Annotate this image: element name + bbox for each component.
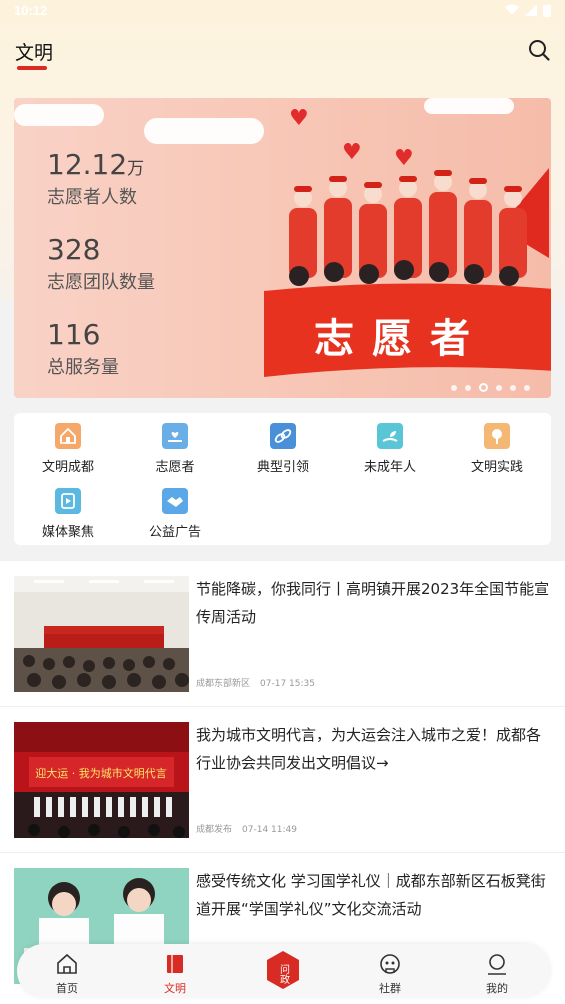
house-icon (55, 423, 81, 449)
menu-item-civilization-practice[interactable]: 文明实践 (443, 423, 551, 481)
link-icon (270, 423, 296, 449)
heart-icon: ♥ (342, 140, 362, 165)
carousel-dot[interactable] (465, 384, 471, 391)
thumb-banner-text: 迎大运 · 我为城市文明代言 (35, 766, 167, 780)
stat-label: 志愿团队数量 (47, 272, 155, 293)
menu-item-public-ads[interactable]: 公益广告 (121, 488, 229, 546)
menu-item-minors[interactable]: 未成年人 (336, 423, 444, 481)
menu-label: 志愿者 (155, 460, 195, 475)
question-badge-icon: 问政 (267, 951, 299, 989)
carousel-dot[interactable] (524, 384, 530, 391)
tab-community[interactable]: 社群 (350, 944, 430, 998)
news-title: 我为城市文明代言，为大运会注入城市之爱！成都各行业协会共同发出文明倡议→ (196, 726, 542, 772)
book-icon (167, 955, 183, 973)
carousel-dot[interactable] (496, 384, 502, 391)
tab-label: 首页 (56, 982, 78, 995)
stat-value: 116 (47, 318, 101, 351)
stat-value: 12.12 (47, 148, 128, 181)
stat-unit: 万 (127, 159, 145, 179)
menu-label: 公益广告 (148, 525, 201, 540)
stat-teams: 328 志愿团队数量 (47, 233, 155, 294)
tab-home[interactable]: 首页 (27, 944, 107, 998)
tab-label: 文明 (164, 982, 186, 995)
menu-label: 典型引领 (256, 460, 309, 475)
status-bar: 10:12 (0, 0, 565, 24)
cloud-decoration (424, 98, 514, 114)
carousel-dot[interactable] (510, 384, 516, 391)
menu-item-wenming-chengdu[interactable]: 文明成都 (14, 423, 122, 481)
sprout-hand-icon (377, 423, 403, 449)
stat-label: 总服务量 (47, 357, 119, 378)
menu-label: 文明成都 (41, 460, 94, 475)
menu-label: 文明实践 (470, 460, 523, 475)
tab-label: 社群 (379, 982, 401, 995)
cloud-decoration (144, 118, 264, 144)
carousel-dot-active[interactable] (479, 383, 488, 392)
home-icon (57, 953, 77, 974)
news-item[interactable]: 节能降碳，你我同行丨高明镇开展2023年全国节能宣传周活动 成都东部新区 07-1… (0, 561, 565, 707)
page-title: 文明 (15, 42, 54, 64)
bottom-tab-bar: 首页 文明 问政 社群 我的 (17, 944, 550, 998)
menu-label: 媒体聚焦 (41, 525, 94, 540)
menu-item-typical-lead[interactable]: 典型引领 (229, 423, 337, 481)
news-title: 感受传统文化 学习国学礼仪｜成都东部新区石板凳街道开展“学国学礼仪”文化交流活动 (196, 872, 546, 918)
news-item[interactable]: 迎大运 · 我为城市文明代言 我为城市文明代言，为大运会注入城市之爱！成都各行业… (0, 707, 565, 853)
news-thumbnail (14, 576, 189, 692)
news-time: 07-17 15:35 (260, 679, 315, 689)
news-list: 节能降碳，你我同行丨高明镇开展2023年全国节能宣传周活动 成都东部新区 07-1… (0, 561, 565, 1004)
media-icon (55, 488, 81, 514)
news-time: 07-14 11:49 (242, 825, 297, 835)
community-icon (380, 954, 400, 974)
tab-wenzheng[interactable]: 问政 (265, 950, 301, 990)
tab-mine[interactable]: 我的 (457, 944, 537, 998)
menu-item-volunteer[interactable]: 志愿者 (121, 423, 229, 481)
news-source: 成都发布 (196, 825, 233, 835)
tab-center-label: 问政 (278, 963, 290, 985)
cloud-decoration (14, 104, 104, 126)
flag-text: 志愿者 (314, 315, 488, 362)
menu-item-media-focus[interactable]: 媒体聚焦 (14, 488, 122, 546)
stat-label: 志愿者人数 (47, 187, 137, 208)
news-title: 节能降碳，你我同行丨高明镇开展2023年全国节能宣传周活动 (196, 580, 550, 626)
status-icons (505, 4, 551, 17)
signal-icon (525, 4, 537, 16)
stat-value: 328 (47, 233, 101, 266)
user-icon (488, 954, 506, 975)
title-underline (17, 66, 47, 70)
status-time: 10:12 (14, 3, 48, 18)
heart-hand-icon (162, 423, 188, 449)
battery-icon (543, 5, 551, 17)
heart-icon: ♥ (289, 106, 309, 131)
tree-icon (484, 423, 510, 449)
wifi-icon (505, 4, 519, 15)
news-meta: 成都东部新区 07-17 15:35 (196, 676, 325, 689)
stat-volunteers: 12.12万 志愿者人数 (47, 148, 144, 209)
handshake-icon (162, 488, 188, 514)
tab-wenming[interactable]: 文明 (135, 944, 215, 998)
volunteers-illustration (289, 168, 549, 286)
news-thumbnail: 迎大运 · 我为城市文明代言 (14, 722, 189, 838)
top-header: 文明 (0, 28, 565, 74)
news-meta: 成都发布 07-14 11:49 (196, 822, 307, 835)
search-icon[interactable] (527, 38, 551, 62)
category-menu: 文明成都 志愿者 典型引领 未成年人 文明实践 媒体聚焦 公益广告 (14, 413, 551, 545)
stat-services: 116 总服务量 (47, 318, 119, 379)
volunteer-banner[interactable]: 12.12万 志愿者人数 328 志愿团队数量 116 总服务量 ♥ ♥ ♥ 志… (14, 98, 551, 398)
menu-label: 未成年人 (363, 460, 416, 475)
carousel-indicator (451, 383, 530, 392)
carousel-dot[interactable] (451, 384, 457, 391)
tab-label: 我的 (486, 982, 508, 995)
news-source: 成都东部新区 (196, 679, 251, 689)
